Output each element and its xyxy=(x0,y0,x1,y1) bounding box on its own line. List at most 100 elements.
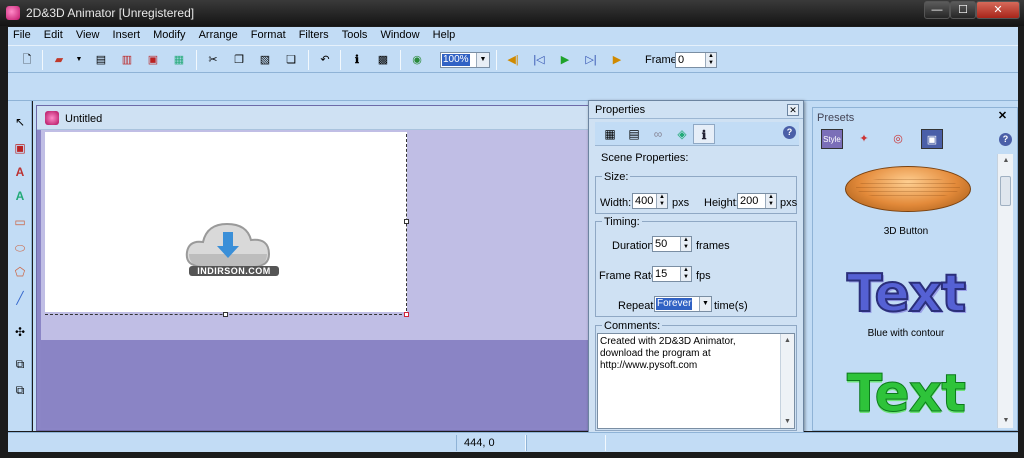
preset-blue-contour-preview[interactable]: Text xyxy=(817,263,995,325)
menu-insert[interactable]: Insert xyxy=(108,27,146,43)
resize-handle-right[interactable] xyxy=(404,219,409,224)
tab-film-icon[interactable]: ▤ xyxy=(623,124,645,144)
preset-3d-button-preview[interactable] xyxy=(845,166,971,212)
new-file-icon[interactable]: 🗋 xyxy=(18,51,36,69)
repeat-select[interactable]: Forever ▼ xyxy=(654,296,712,312)
rewind-icon[interactable]: ◀| xyxy=(504,51,522,69)
line-tool-icon[interactable]: ╱ xyxy=(11,289,29,307)
select-arrow-icon[interactable]: ↖ xyxy=(11,113,29,131)
first-frame-icon[interactable]: |◁ xyxy=(530,51,548,69)
cut-icon[interactable]: ✂ xyxy=(204,51,222,69)
transform-tool-icon[interactable]: ✣ xyxy=(11,323,29,341)
properties-title-bar[interactable]: Properties ✕ xyxy=(589,101,803,119)
presets-close-icon[interactable]: ✕ xyxy=(996,110,1009,123)
help-icon[interactable]: ? xyxy=(999,133,1012,146)
insert-text-icon[interactable]: A xyxy=(11,163,29,181)
paste-icon[interactable]: ▧ xyxy=(256,51,274,69)
framerate-spinner[interactable]: ▲ ▼ xyxy=(680,267,691,281)
forward-icon[interactable]: ▶ xyxy=(608,51,626,69)
minimize-button[interactable]: — xyxy=(924,1,950,19)
width-label: Width: xyxy=(600,197,632,209)
menu-arrange[interactable]: Arrange xyxy=(194,27,243,43)
size-group: Size: Width: 400 ▲ ▼ pxs Height: 200 ▲ ▼ p… xyxy=(595,171,797,214)
document-title-bar[interactable]: Untitled xyxy=(37,106,595,130)
rectangle-tool-icon[interactable]: ▭ xyxy=(11,213,29,231)
close-button[interactable]: ✕ xyxy=(976,1,1020,19)
window-title: 2D&3D Animator [Unregistered] xyxy=(26,6,195,20)
scene-properties-icon[interactable]: ▩ xyxy=(374,51,392,69)
properties-close-icon[interactable]: ✕ xyxy=(787,104,799,116)
zoom-select[interactable]: 100% ▼ xyxy=(440,52,490,68)
scene-canvas[interactable]: INDIRSON.COM xyxy=(45,132,407,312)
last-frame-icon[interactable]: ▷| xyxy=(582,51,600,69)
comments-group-title: Comments: xyxy=(602,320,663,332)
export-animation-icon[interactable]: ▦ xyxy=(170,51,188,69)
tab-images-icon[interactable]: ▣ xyxy=(921,129,943,149)
info-icon[interactable]: ℹ xyxy=(348,51,366,69)
menu-tools[interactable]: Tools xyxy=(337,27,373,43)
export-image-icon[interactable]: ▣ xyxy=(144,51,162,69)
menu-format[interactable]: Format xyxy=(246,27,291,43)
scroll-thumb[interactable] xyxy=(1000,176,1011,206)
send-backward-icon[interactable]: ⧉ xyxy=(11,381,29,399)
framerate-input[interactable]: 15 ▲ ▼ xyxy=(652,266,692,282)
menu-edit[interactable]: Edit xyxy=(39,27,68,43)
app-icon xyxy=(6,6,20,20)
tab-effects-icon[interactable]: ◎ xyxy=(887,129,909,149)
save-icon[interactable]: ▤ xyxy=(92,51,110,69)
maximize-button[interactable]: ☐ xyxy=(950,1,976,19)
tab-effects-icon[interactable]: ◈ xyxy=(671,124,693,144)
height-spinner[interactable]: ▲ ▼ xyxy=(765,194,776,208)
scroll-up-icon[interactable]: ▲ xyxy=(999,154,1013,168)
play-icon[interactable]: ▶ xyxy=(556,51,574,69)
duration-spinner[interactable]: ▲ ▼ xyxy=(680,237,691,251)
width-input[interactable]: 400 ▲ ▼ xyxy=(632,193,668,209)
duration-label: Duration: xyxy=(612,240,657,252)
document-window: Untitled INDIRSON.COM xyxy=(36,105,596,431)
undo-icon[interactable]: ↶ xyxy=(316,51,334,69)
zoom-icon[interactable]: ◉ xyxy=(408,51,426,69)
help-icon[interactable]: ? xyxy=(783,126,796,139)
presets-panel: Presets ✕ Style ✦ ◎ ▣ ? 3D Button Text B… xyxy=(812,107,1018,431)
preset-green-text-preview[interactable]: Text xyxy=(817,364,995,425)
menu-window[interactable]: Window xyxy=(375,27,424,43)
chevron-down-icon[interactable]: ▼ xyxy=(699,297,711,311)
tab-object-icon[interactable]: ▦ xyxy=(599,124,621,144)
comments-scrollbar[interactable]: ▲ ▼ xyxy=(780,334,794,428)
size-group-title: Size: xyxy=(602,171,631,183)
scroll-down-icon[interactable]: ▼ xyxy=(999,414,1013,428)
frame-input[interactable]: 0 ▲ ▼ xyxy=(675,52,717,68)
bring-forward-icon[interactable]: ⧉ xyxy=(11,355,29,373)
export-icon[interactable]: ▥ xyxy=(118,51,136,69)
ellipse-tool-icon[interactable]: ⬭ xyxy=(11,239,29,257)
tab-shapes-icon[interactable]: ✦ xyxy=(853,129,875,149)
resize-handle-bottom[interactable] xyxy=(223,312,228,317)
height-input[interactable]: 200 ▲ ▼ xyxy=(737,193,777,209)
comments-textarea[interactable]: Created with 2D&3D Animator, download th… xyxy=(597,333,795,429)
resize-handle-corner[interactable] xyxy=(404,312,409,317)
insert-image-icon[interactable]: ▣ xyxy=(11,139,29,157)
frame-spinner[interactable]: ▲ ▼ xyxy=(705,53,716,67)
tab-link-icon[interactable]: ∞ xyxy=(647,124,669,144)
menu-filters[interactable]: Filters xyxy=(294,27,334,43)
copy-icon[interactable]: ❐ xyxy=(230,51,248,69)
menu-view[interactable]: View xyxy=(71,27,105,43)
scroll-down-icon[interactable]: ▼ xyxy=(781,415,794,428)
chevron-down-icon[interactable]: ▼ xyxy=(476,53,489,67)
paste-special-icon[interactable]: ❏ xyxy=(282,51,300,69)
menu-help[interactable]: Help xyxy=(428,27,461,43)
toolbar-separator xyxy=(42,50,43,70)
frame-value: 0 xyxy=(678,54,685,66)
presets-scrollbar[interactable]: ▲ ▼ xyxy=(997,154,1013,428)
menu-modify[interactable]: Modify xyxy=(148,27,190,43)
open-dropdown-icon[interactable]: ▼ xyxy=(70,51,88,69)
width-spinner[interactable]: ▲ ▼ xyxy=(656,194,667,208)
menu-file[interactable]: File xyxy=(8,27,36,43)
polygon-tool-icon[interactable]: ⬠ xyxy=(11,263,29,281)
tab-info-icon[interactable]: ℹ xyxy=(693,124,715,144)
insert-3d-text-icon[interactable]: A xyxy=(11,187,29,205)
open-file-icon[interactable]: ▰ xyxy=(50,51,68,69)
duration-input[interactable]: 50 ▲ ▼ xyxy=(652,236,692,252)
scroll-up-icon[interactable]: ▲ xyxy=(781,334,794,347)
tab-style[interactable]: Style xyxy=(821,129,843,149)
